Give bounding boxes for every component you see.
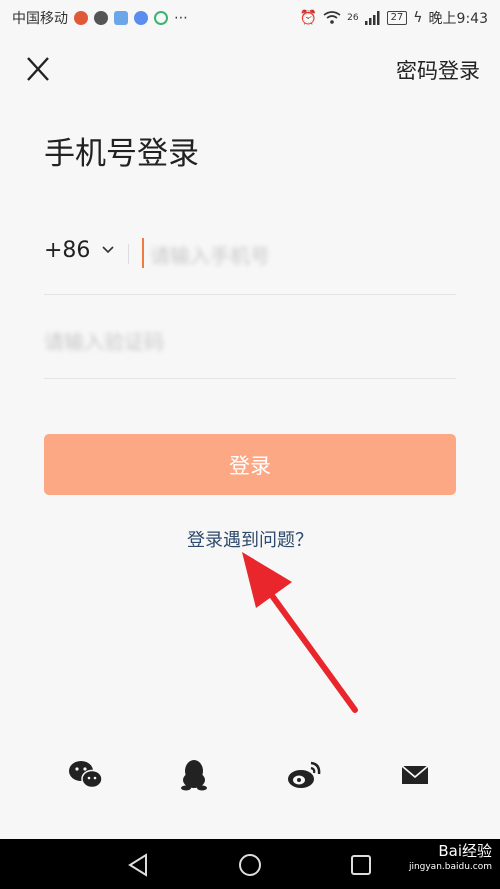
more-icon: ⋯ [174, 10, 188, 26]
code-input[interactable]: 请输入验证码 [44, 326, 164, 355]
country-code-selector[interactable]: +86 [44, 238, 90, 263]
social-login-bar [0, 758, 500, 798]
login-button[interactable]: 登录 [44, 434, 456, 495]
status-right: ⏰ 26 27 ϟ 晚上9:43 [300, 8, 488, 28]
watermark-url: jingyan.baidu.com [408, 862, 492, 872]
charging-icon: ϟ [413, 10, 423, 26]
alarm-icon: ⏰ [299, 10, 318, 26]
code-input-row: 请输入验证码 [44, 312, 456, 379]
battery-level: 27 [386, 11, 408, 25]
wechat-icon[interactable] [66, 758, 106, 792]
qq-icon[interactable] [174, 758, 214, 792]
recents-icon[interactable] [348, 852, 374, 878]
gallery-icon [114, 11, 128, 25]
email-icon[interactable] [396, 758, 436, 792]
watermark-brand: Bai经验 [438, 842, 492, 860]
home-icon[interactable] [237, 852, 263, 878]
weibo-icon[interactable] [284, 758, 324, 792]
text-cursor [142, 238, 144, 268]
chevron-down-icon[interactable] [100, 242, 116, 258]
wifi-icon [323, 11, 341, 24]
sync-icon [154, 11, 168, 25]
phone-input-row: +86 请输入手机号 [44, 228, 456, 295]
password-login-link[interactable]: 密码登录 [396, 55, 480, 85]
navigation-bar: Bai经验 jingyan.baidu.com [0, 839, 500, 889]
status-bar: 中国移动 ⋯ ⏰ 26 27 ϟ 晚上9:43 [0, 0, 500, 34]
network-label: 26 [347, 13, 359, 23]
carrier-label: 中国移动 [12, 11, 68, 27]
close-icon [27, 57, 49, 81]
back-icon[interactable] [126, 852, 152, 878]
app-icon [134, 11, 148, 25]
phone-input[interactable]: 请输入手机号 [150, 240, 270, 269]
app-notification-icon [74, 11, 88, 25]
clock: 晚上9:43 [428, 11, 488, 27]
page-title: 手机号登录 [44, 136, 199, 172]
divider [128, 244, 129, 264]
signal-icon [364, 11, 380, 25]
red-arrow-annotation [242, 552, 358, 713]
watermark: Bai经验 jingyan.baidu.com [409, 843, 492, 875]
close-button[interactable] [20, 52, 56, 88]
status-left: 中国移动 ⋯ [12, 8, 188, 28]
message-icon [94, 11, 108, 25]
